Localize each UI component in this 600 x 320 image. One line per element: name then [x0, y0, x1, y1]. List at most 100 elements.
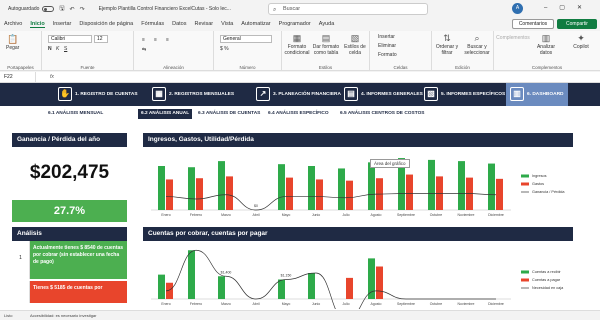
x-tick-label: Noviembre — [458, 302, 475, 306]
bar-series-1 — [488, 163, 495, 210]
analyze-data-button[interactable]: ▥ Analizar datos — [532, 33, 560, 56]
autosave-toggle[interactable] — [42, 6, 55, 12]
group-label-clipboard: Portapapeles — [7, 65, 34, 70]
bar-series-2 — [166, 179, 173, 210]
legend-label: Ganancia / Pérdida — [532, 190, 565, 194]
analysis-row: 1 Actualmente tienes $ 8540 de cuentas p… — [12, 241, 127, 279]
chart-area-tooltip: Área del gráfico — [370, 159, 410, 168]
nav-label: 1. REGISTRO DE CUENTAS — [75, 92, 138, 97]
search-box[interactable]: ⌕ Buscar — [268, 3, 428, 15]
delete-cells-button[interactable]: Eliminar — [378, 43, 396, 49]
font-name-select[interactable]: Calibri — [48, 35, 92, 43]
nav-informes-generales[interactable]: ▤ 4. INFORMES GENERALES — [344, 83, 423, 106]
comments-button[interactable]: Comentarios — [512, 19, 554, 29]
conditional-format-button[interactable]: ▦ Formato condicional — [284, 33, 310, 56]
ribbon-group-number: General $ % Número — [214, 31, 282, 71]
x-tick-label: Octubre — [430, 302, 443, 306]
analyze-icon: ▥ — [541, 33, 551, 43]
paste-button[interactable]: 📋 Pegar — [6, 34, 19, 51]
subnav-analisis-anual[interactable]: 6.2 ANÁLISIS ANUAL — [138, 109, 193, 119]
menu-formulas[interactable]: Fórmulas — [141, 21, 164, 27]
menu-automatizar[interactable]: Automatizar — [241, 21, 270, 27]
trend-icon: ↗ — [256, 86, 270, 101]
line-series-3 — [165, 249, 496, 320]
subnav-analisis-especifico[interactable]: 6.4 ANÁLISIS ESPECÍFICO — [268, 109, 329, 119]
bar-series-2 — [286, 177, 293, 210]
align-right-icon[interactable]: ≡ — [166, 37, 169, 43]
x-tick-label: Marzo — [221, 213, 231, 217]
underline-icon[interactable]: S — [64, 46, 67, 52]
chart1-area[interactable]: Enero Febrero Marzo Abril $0 Mayo Junio Julio Ag… — [143, 147, 573, 222]
legend-label: Necesidad en caja — [532, 286, 564, 290]
analysis-row-text: Actualmente tienes $ 8540 de cuentas por… — [30, 241, 127, 279]
menu-bar: Archivo Inicio Insertar Disposición de p… — [0, 18, 600, 30]
analysis-row-text: Tienes $ 5185 de cuentas por — [30, 281, 127, 303]
insert-cells-button[interactable]: Insertar — [378, 34, 395, 40]
bar-series-1 — [338, 168, 345, 210]
addins-button[interactable]: Complementos — [496, 35, 530, 41]
menu-archivo[interactable]: Archivo — [4, 21, 22, 27]
menu-programador[interactable]: Programador — [279, 21, 311, 27]
bar-series-1 — [308, 273, 315, 299]
bar-series-1 — [158, 274, 165, 299]
table-format-button[interactable]: ▤ Dar formato como tabla — [312, 33, 340, 56]
x-tick-label: Noviembre — [458, 213, 475, 217]
align-center-icon[interactable]: ≡ — [154, 37, 157, 43]
chart2-area[interactable]: Enero Febrero Marzo $1,400 Abril Mayo $1,150 Ju… — [143, 241, 573, 320]
share-button[interactable]: Compartir — [557, 19, 597, 29]
subnav-analisis-mensual[interactable]: 6.1 ANÁLISIS MENSUAL — [48, 109, 103, 119]
fx-icon[interactable]: fx — [50, 74, 54, 80]
bold-icon[interactable]: N — [48, 46, 52, 52]
legend-swatch — [521, 174, 529, 178]
undo-icon[interactable]: ↶ — [70, 6, 75, 13]
italic-icon[interactable]: K — [56, 46, 59, 52]
wrap-text-icon[interactable]: ⇆ — [142, 47, 146, 53]
menu-revisar[interactable]: Revisar — [195, 21, 214, 27]
ribbon-group-clipboard: 📋 Pegar Portapapeles — [0, 31, 42, 71]
sort-icon: ⇅ — [443, 33, 451, 43]
redo-icon[interactable]: ↷ — [80, 6, 85, 13]
x-tick-label: Enero — [161, 302, 170, 306]
name-box[interactable]: F22 — [0, 71, 36, 83]
nav-informes-especificos[interactable]: ▧ 5. INFORMES ESPECÍFICOS — [424, 83, 505, 106]
copilot-button[interactable]: ✦ Copilot — [568, 33, 594, 50]
subnav-analisis-cuentas[interactable]: 6.3 ANÁLISIS DE CUENTAS — [198, 109, 260, 119]
bar-series-2 — [406, 174, 413, 210]
report-icon: ▤ — [344, 86, 358, 101]
subnav-analisis-centros[interactable]: 6.5 ANÁLISIS CENTROS DE COSTOS — [340, 109, 425, 119]
align-left-icon[interactable]: ≡ — [142, 37, 145, 43]
bar-series-2 — [346, 180, 353, 210]
nav-registros-mensuales[interactable]: ▦ 2. REGISTROS MENSUALES — [152, 83, 234, 106]
menu-insertar[interactable]: Insertar — [53, 21, 72, 27]
menu-disposicion[interactable]: Disposición de página — [79, 21, 133, 27]
window-controls[interactable]: –▢✕ — [544, 4, 594, 11]
x-tick-label: Octubre — [430, 213, 443, 217]
menu-inicio[interactable]: Inicio — [30, 21, 45, 28]
nav-dashboard[interactable]: ▥ 6. DASHBOARD — [506, 83, 568, 106]
save-icon[interactable]: 🖫 — [59, 4, 64, 14]
ribbon-group-cells: Insertar Eliminar Formato Celdas — [370, 31, 432, 71]
status-bar: Listo Accesibilidad: es necesario invest… — [0, 310, 600, 319]
copilot-label: Copilot — [573, 44, 589, 50]
number-format-select[interactable]: General — [220, 35, 272, 43]
cell-styles-button[interactable]: ▧ Estilos de celda — [342, 33, 368, 56]
group-label-number: Número — [239, 65, 256, 70]
sort-filter-button[interactable]: ⇅ Ordenar y filtrar — [434, 33, 460, 56]
menu-vista[interactable]: Vista — [221, 21, 233, 27]
x-tick-label: Abril — [252, 213, 259, 217]
menu-datos[interactable]: Datos — [172, 21, 186, 27]
font-size-select[interactable]: 12 — [94, 35, 108, 43]
x-tick-label: Junio — [312, 213, 320, 217]
find-select-button[interactable]: ⌕ Buscar y seleccionar — [462, 33, 492, 56]
status-ready: Listo — [4, 313, 13, 318]
line-series-3 — [165, 193, 497, 211]
copilot-icon: ✦ — [577, 33, 585, 43]
nav-registro-cuentas[interactable]: ✋ 1. REGISTRO DE CUENTAS — [58, 83, 138, 106]
menu-ayuda[interactable]: Ayuda — [319, 21, 335, 27]
currency-icon[interactable]: $ % — [220, 46, 229, 52]
bar-series-2 — [316, 179, 323, 210]
legend-swatch — [521, 278, 529, 282]
format-cells-button[interactable]: Formato — [378, 52, 397, 58]
avatar[interactable]: A — [512, 3, 523, 14]
nav-planeacion[interactable]: ↗ 3. PLANEACIÓN FINANCIERA — [256, 83, 341, 106]
